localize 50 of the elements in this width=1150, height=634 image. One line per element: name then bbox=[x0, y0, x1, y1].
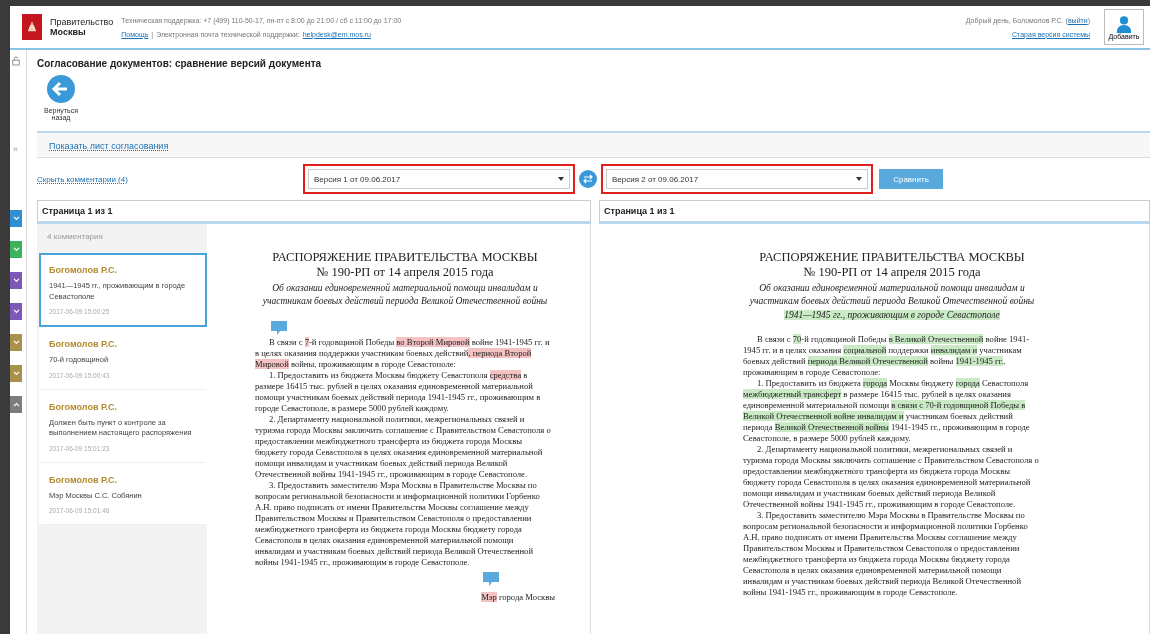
document-title: РАСПОРЯЖЕНИЕ ПРАВИТЕЛЬСТВА МОСКВЫ bbox=[271, 250, 539, 265]
document-paragraph: В связи с 7-й годовщиной Победы во Второй Мировой войне 1941-1945 гг. и в целях оказания поддержки участникам боевых действий, периода Второй Мировой войны, проживающим в городе Севастополе: bbox=[255, 336, 551, 370]
document-title: РАСПОРЯЖЕНИЕ ПРАВИТЕЛЬСТВА МОСКВЫ bbox=[758, 250, 1026, 265]
comment-marker[interactable] bbox=[10, 396, 22, 413]
comment-marker[interactable] bbox=[10, 365, 22, 382]
comment-author: Богомолов Р.С. bbox=[49, 265, 119, 275]
comment-bubble-icon[interactable] bbox=[271, 320, 287, 335]
comment-author: Богомолов Р.С. bbox=[49, 401, 119, 412]
document-number: № 190-РП от 14 апреля 2015 года bbox=[802, 265, 982, 280]
document-paragraph: В связи с 70-й годовщиной Победы в Великой Отечественной войне 1941-1945 гг. и в целях оказания социальной поддержки инвалидам и участникам боевых действий периода Великой Отечественной войны 1941-1945 гг., проживающим в городе Севастополе: bbox=[743, 333, 1031, 378]
version-select[interactable]: Версия 1 от 09.06.2017 bbox=[308, 169, 570, 189]
org-name: Правительство bbox=[50, 17, 114, 27]
caret-icon bbox=[558, 177, 564, 181]
comment-marker[interactable] bbox=[10, 241, 22, 258]
chevron-down-icon bbox=[12, 340, 20, 345]
lock-icon bbox=[12, 56, 20, 66]
comment-author: Богомолов Р.С. bbox=[49, 474, 119, 485]
chevron-down-icon bbox=[12, 371, 20, 376]
document-paragraph: 2. Департаменту национальной политики, межрегиональных связей и туризма города Москвы заключить соглашение с Правительством Севастополя о предоставлении межбюджетного трансферта из бюджета города Москвы бюджету города Севастополя в целях оказания единовременной материальной помощи инвалидам и участникам боевых действий периода Великой Отечественной войны 1941-1945 гг., проживающим в городе Севастополе. bbox=[255, 413, 552, 480]
caret-icon bbox=[856, 177, 862, 181]
document-paragraph: 1. Предоставить из бюджета города Москвы бюджету города Севастополя межбюджетный трансферт в размере 16415 тыс. рублей в целях оказания единовременной материальной помощи в связи с 70-й годовщиной Победы в Великой Отечественной войне инвалидам и участникам боевых действий периода Великой Отечественной войны 1941-1945 гг., проживающим в городе Севастополе, в размере 5000 рублей каждому. bbox=[743, 377, 1031, 444]
comment-marker[interactable] bbox=[10, 272, 22, 289]
chevron-down-icon bbox=[12, 247, 20, 252]
show-approval-link[interactable]: Показать лист согласования bbox=[49, 141, 169, 151]
hide-comments-link[interactable]: Скрыть комментарии (4) bbox=[37, 174, 303, 184]
user-icon bbox=[1115, 14, 1133, 33]
coat-of-arms-logo bbox=[22, 14, 42, 40]
document-subtitle: Об оказании единовременной материальной помощи инвалидам и участникам боевых действий периода Великой Отечественной войны 1941—1945 гг., проживающим в городе Севастополе bbox=[748, 282, 1036, 322]
document-number: № 190-РП от 14 апреля 2015 года bbox=[315, 265, 495, 280]
comment-marker[interactable] bbox=[10, 334, 22, 351]
comment-bubble-icon[interactable] bbox=[483, 571, 499, 586]
page-header: Страница 1 из 1 bbox=[599, 200, 1150, 224]
document-paragraph: 1. Предоставить из бюджета Москвы бюджету Севастополя средства в размере 16415 тыс. рублей в целях оказания единовременной материальной помощи участникам боевых действий периода 1941-1945 гг., проживающим в городе Севастополе, в размере 5000 рублей каждому. bbox=[255, 369, 542, 414]
comment-count: 4 комментария bbox=[46, 231, 104, 243]
org-name: Москвы bbox=[50, 27, 87, 37]
swap-icon[interactable] bbox=[579, 170, 597, 188]
document-paragraph: Мэр города Москвы bbox=[480, 591, 555, 603]
chevron-up-icon bbox=[12, 402, 20, 407]
comment-marker[interactable] bbox=[10, 303, 22, 320]
document-paragraph: 2. Департаменту национальной политики, межрегиональных связей и туризма города Москвы заключить соглашение с Правительством Севастополя о предоставлении межбюджетного трансферта из бюджета города Москвы бюджету города Севастополя в целях оказания единовременной материальной помощи инвалидам и участникам боевых действий периода Великой Отечественной войны 1941-1945 гг., проживающим в городе Севастополе. bbox=[743, 443, 1040, 510]
comment-author: Богомолов Р.С. bbox=[49, 339, 119, 349]
chevron-down-icon bbox=[12, 216, 20, 221]
document-paragraph: 3. Предоставить заместителю Мэра Москвы в Правительстве Москвы по вопросам региональной безопасности и информационной политики Горбенко А.Н. право подписать от имени Правительства Москвы соглашение между Правительством Москвы и Правительством Севастополя о предоставлении межбюджетного трансферта из бюджета города Москвы бюджету города Севастополя в целях оказания единовременной материальной помощи инвалидам и участникам боевых действий периода Великой Отечественной войны 1941-1945 гг., проживающим в городе Севастополе. bbox=[743, 509, 1029, 598]
chevron-down-icon bbox=[12, 278, 20, 283]
document-paragraph: 3. Предоставить заместителю Мэра Москвы в Правительстве Москвы по вопросам региональной безопасности и информационной политики Горбенко А.Н. право подписать от имени Правительства Москвы соглашение между Правительством Москвы и Правительством Севастополя о предоставлении межбюджетного трансферта из бюджета города Москвы бюджету города Севастополя в целях оказания единовременной материальной помощи инвалидам и участникам боевых действий периода Великой Отечественной войны 1941-1945 гг., проживающим в городе Севастополе. bbox=[255, 479, 541, 568]
chevron-down-icon bbox=[12, 309, 20, 314]
comment-marker[interactable] bbox=[10, 210, 22, 227]
version-select[interactable]: Версия 2 от 09.06.2017 bbox=[606, 169, 868, 189]
page-title: Согласование документов: сравнение версий документа bbox=[37, 58, 323, 69]
document-subtitle: Об оказании единовременной материальной помощи инвалидам и участникам боевых действий периода Великой Отечественной войны bbox=[261, 282, 549, 309]
